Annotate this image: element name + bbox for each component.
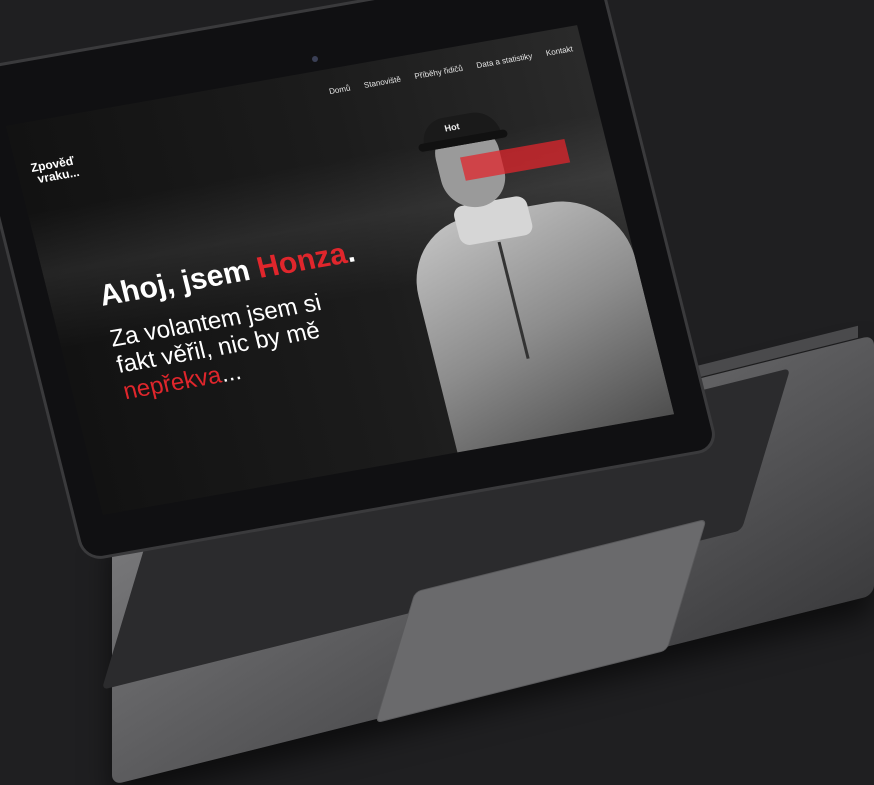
nav-item-driver-stories[interactable]: Příběhy řidičů <box>414 64 464 81</box>
nav-item-contact[interactable]: Kontakt <box>545 44 574 57</box>
nav-item-data-statistics[interactable]: Data a statistiky <box>475 51 533 70</box>
nav-item-home[interactable]: Domů <box>328 84 351 96</box>
webcam-icon <box>312 56 318 62</box>
nav-item-stations[interactable]: Stanoviště <box>363 75 402 90</box>
site-logo[interactable]: Zpověď vraku... <box>29 154 81 186</box>
